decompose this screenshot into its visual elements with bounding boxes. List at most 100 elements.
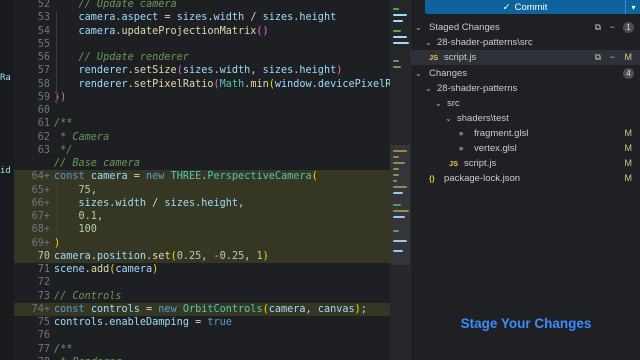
changes-label: Changes (429, 68, 468, 79)
line-number: 65+ (31, 184, 50, 196)
staged-file-row[interactable]: JS script.js ⧉ − M (411, 50, 640, 65)
line-number: 66+ (31, 197, 50, 209)
line-number: 69+ (31, 237, 50, 249)
minimap-line (393, 66, 401, 68)
line-number: 56 (37, 52, 50, 63)
code-line[interactable]: 73 // Controls (14, 290, 410, 303)
code-text: 100 (54, 224, 97, 236)
code-text: // Controls (54, 290, 122, 302)
tree-item-label: shaders\test (457, 113, 509, 124)
changes-folder-row[interactable]: ⌄ src (411, 96, 640, 111)
code-text: camera.aspect = sizes.width / sizes.heig… (54, 12, 337, 24)
line-number: 74+ (31, 303, 50, 315)
code-text: camera.updateProjectionMatrix() (54, 25, 269, 37)
code-line[interactable]: 70 camera.position.set(0.25, -0.25, 1) (14, 249, 410, 263)
code-line[interactable]: 60 (14, 104, 410, 117)
code-line[interactable]: 62 * Camera (14, 131, 410, 144)
minimap[interactable] (390, 0, 410, 360)
json-file-icon: {} (429, 174, 435, 183)
code-line[interactable]: 57 renderer.setSize(sizes.width, sizes.h… (14, 64, 410, 77)
tree-item-label: src (447, 98, 460, 109)
line-number: 72 (37, 277, 50, 289)
changes-folder-row[interactable]: ⌄ 28-shader-patterns (411, 81, 640, 96)
javascript-file-icon: JS (449, 159, 459, 168)
commit-options-chevron-icon[interactable]: ▾ (625, 0, 640, 14)
line-number: 60 (37, 105, 50, 116)
code-text: * Renderer (54, 356, 121, 360)
code-editor[interactable]: 52 // Update camera 53 camera.aspect = si… (14, 0, 410, 360)
indent-guide (56, 11, 57, 104)
check-icon: ✓ (502, 1, 511, 13)
changes-file-row[interactable]: JS script.js M (411, 156, 640, 171)
code-text: // Base camera (54, 158, 140, 169)
changes-file-row[interactable]: ≡ vertex.glsl M (411, 141, 640, 156)
code-line[interactable]: 69+) (14, 236, 410, 250)
code-line[interactable]: 63 */ (14, 144, 410, 157)
open-file-icon[interactable]: ⧉ (595, 50, 601, 65)
modified-status: M (624, 143, 633, 153)
minimap-line (393, 30, 401, 32)
changes-file-row[interactable]: ≡ fragment.glsl M (411, 126, 640, 141)
code-line[interactable]: 52 // Update camera (14, 0, 410, 11)
code-line[interactable]: 67+ 0.1, (14, 210, 410, 224)
code-line[interactable]: 65+ 75, (14, 183, 410, 197)
code-line[interactable]: 59}) (14, 91, 410, 104)
code-line[interactable]: 55 (14, 38, 410, 51)
code-line[interactable]: 54 camera.updateProjectionMatrix() (14, 25, 410, 38)
chevron-down-icon: ⌄ (425, 38, 432, 47)
code-line[interactable]: 68+ 100 (14, 223, 410, 237)
code-line[interactable]: 61 /** (14, 117, 410, 130)
minimap-line (393, 60, 399, 62)
unstage-all-icon[interactable]: − (610, 20, 615, 35)
code-text: */ (54, 144, 73, 156)
staged-folder-row[interactable]: ⌄ 28-shader-patterns\src (411, 35, 640, 50)
modified-status: M (624, 128, 633, 138)
minimap-line (393, 42, 409, 44)
code-line[interactable]: 78 * Renderer (14, 356, 410, 360)
line-number: 73 (37, 290, 50, 302)
code-text: controls.enableDamping = true (54, 317, 232, 328)
code-line[interactable]: // Base camera (14, 157, 410, 170)
staged-changes-header[interactable]: ⌄ Staged Changes ⧉ − 1 (411, 20, 640, 35)
code-line[interactable]: 75 controls.enableDamping = true (14, 316, 410, 329)
clipped-code-fragment: Ra (0, 73, 11, 83)
line-number: 75 (37, 317, 50, 328)
open-file-icon[interactable]: ⧉ (595, 20, 601, 35)
changes-folder-row[interactable]: ⌄ shaders\test (411, 111, 640, 126)
tree-item-label: package-lock.json (444, 173, 521, 184)
code-line[interactable]: 77 /** (14, 343, 410, 356)
minimap-line (393, 14, 407, 16)
line-number: 63 (37, 144, 50, 156)
line-number: 61 (37, 118, 50, 130)
code-line[interactable]: 72 (14, 276, 410, 289)
code-text: /** (54, 118, 73, 130)
changes-count-badge: 4 (623, 68, 634, 79)
minimap-slider[interactable] (390, 145, 410, 265)
chevron-down-icon: ⌄ (425, 84, 432, 93)
chevron-down-icon: ⌄ (415, 69, 422, 78)
code-line[interactable]: 56 // Update renderer (14, 51, 410, 64)
code-line[interactable]: 66+ sizes.width / sizes.height, (14, 196, 410, 210)
tree-item-label: vertex.glsl (474, 143, 517, 154)
changes-file-row[interactable]: {} package-lock.json M (411, 171, 640, 186)
line-number: 64+ (31, 171, 50, 183)
changes-header[interactable]: ⌄ Changes 4 (411, 66, 640, 81)
code-line[interactable]: 58 renderer.setPixelRatio(Math.min(windo… (14, 78, 410, 91)
line-number: 71 (37, 264, 50, 275)
tree-item-label: fragment.glsl (474, 128, 529, 139)
code-line[interactable]: 64+ const camera = new THREE.PerspectiveC… (14, 170, 410, 184)
code-text: * Camera (54, 131, 110, 143)
code-line[interactable]: 74+ const controls = new OrbitControls(ca… (14, 302, 410, 316)
code-text: const controls = new OrbitControls(camer… (54, 303, 367, 315)
commit-button[interactable]: ✓ Commit (425, 0, 625, 14)
code-text: /** (54, 343, 73, 355)
unstage-icon[interactable]: − (610, 50, 615, 65)
code-text: ) (54, 237, 61, 249)
code-line[interactable]: 71 scene.add(camera) (14, 263, 410, 276)
minimap-line (393, 20, 403, 22)
left-panel-edge: Ra id (0, 0, 14, 360)
modified-status: M (624, 173, 633, 183)
code-line[interactable]: 76 (14, 329, 410, 342)
line-number: 78 (14, 356, 50, 360)
code-line[interactable]: 53 camera.aspect = sizes.width / sizes.h… (14, 11, 410, 24)
